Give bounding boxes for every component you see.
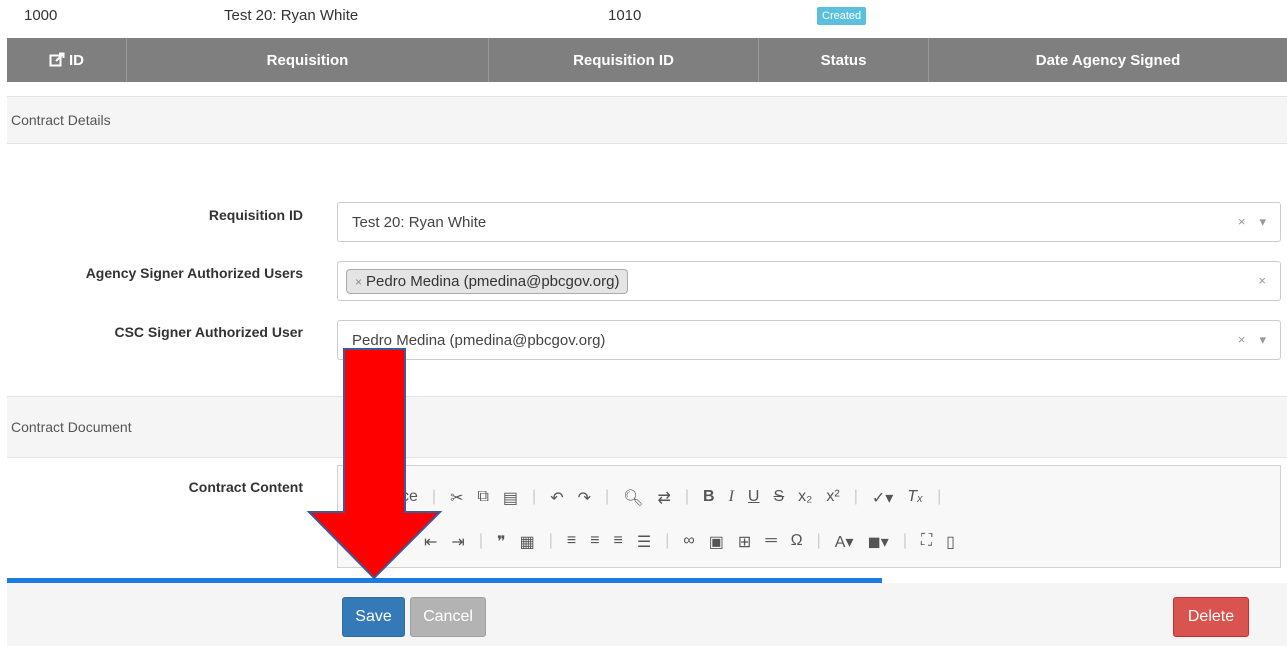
italic-icon[interactable]: I <box>729 488 734 508</box>
row-requisition: Test 20: Ryan White <box>224 7 359 24</box>
maximize-icon[interactable]: ⛶ <box>921 532 932 552</box>
div-icon[interactable]: ▦ <box>520 532 535 552</box>
header-id[interactable]: ID <box>7 38 127 82</box>
agency-signer-label: Agency Signer Authorized Users <box>85 265 303 281</box>
table-icon[interactable]: ⊞ <box>738 532 751 552</box>
spellcheck-icon[interactable]: ✓▾ <box>872 488 893 508</box>
tag-remove-icon[interactable]: × <box>355 275 362 289</box>
align-right-icon[interactable]: ≡ <box>614 532 623 552</box>
form-footer <box>7 583 1287 646</box>
requisition-id-select[interactable]: Test 20: Ryan White × ▾ <box>337 202 1281 242</box>
cancel-button[interactable]: Cancel <box>410 597 486 637</box>
link-icon[interactable]: ∞ <box>683 532 694 552</box>
redo-icon[interactable]: ↷ <box>578 488 591 508</box>
table-row[interactable]: 1000 Test 20: Ryan White 1010 Created <box>0 0 1287 38</box>
underline-icon[interactable]: U <box>748 488 760 508</box>
bold-icon[interactable]: B <box>703 488 715 508</box>
row-requisition-id: 1010 <box>608 7 642 24</box>
clear-icon[interactable]: × <box>1238 214 1246 230</box>
subscript-icon[interactable]: x₂ <box>798 488 812 508</box>
agency-signer-tag[interactable]: × Pedro Medina (pmedina@pbcgov.org) <box>346 268 629 294</box>
replace-icon[interactable]: ⇄ <box>657 488 670 508</box>
header-requisition-id[interactable]: Requisition ID <box>489 38 759 82</box>
delete-button[interactable]: Delete <box>1173 597 1249 637</box>
paste-icon[interactable]: ▤ <box>503 488 518 508</box>
copy-icon[interactable]: ⧉ <box>477 488 488 508</box>
find-icon[interactable]: 🔍︎ <box>623 488 643 508</box>
blockquote-icon[interactable]: ❞ <box>497 532 506 552</box>
header-requisition[interactable]: Requisition <box>127 38 489 82</box>
requisition-id-value: Test 20: Ryan White <box>352 213 487 231</box>
editor-toolbar-row-2: ⇤ ⇥ | ❞ ▦ | ≡ ≡ ≡ ☰ | ∞ ▣ ⊞ ═ Ω | A▾ ◼▾ … <box>424 532 955 552</box>
dropdown-caret-icon[interactable]: ▾ <box>1259 214 1266 230</box>
progress-bar <box>7 578 882 583</box>
agency-signer-tag-label: Pedro Medina (pmedina@pbcgov.org) <box>366 272 620 290</box>
save-button[interactable]: Save <box>342 597 405 637</box>
clear-icon[interactable]: × <box>1238 332 1246 348</box>
csc-signer-value: Pedro Medina (pmedina@pbcgov.org) <box>352 331 606 349</box>
status-badge: Created <box>817 7 867 25</box>
image-icon[interactable]: ▣ <box>709 532 724 552</box>
align-left-icon[interactable]: ≡ <box>567 532 576 552</box>
source-button[interactable]: ce <box>401 488 418 508</box>
editor-toolbar-row-1: ce | ✂ ⧉ ▤ | ↶ ↷ | 🔍︎ ⇄ | B I U S x₂ x² … <box>401 488 942 508</box>
show-blocks-icon[interactable]: ▯ <box>946 532 955 552</box>
header-status[interactable]: Status <box>759 38 929 82</box>
cut-icon[interactable]: ✂ <box>450 488 463 508</box>
text-color-icon[interactable]: A▾ <box>835 532 854 552</box>
contract-content-label: Contract Content <box>188 479 303 495</box>
header-date-signed[interactable]: Date Agency Signed <box>929 38 1287 82</box>
outdent-icon[interactable]: ⇤ <box>424 532 437 552</box>
contract-document-title: Contract Document <box>11 419 132 435</box>
hr-icon[interactable]: ═ <box>765 532 776 552</box>
row-id: 1000 <box>24 7 58 24</box>
justify-icon[interactable]: ☰ <box>637 532 651 552</box>
table-header: ID Requisition Requisition ID Status Dat… <box>7 38 1287 82</box>
align-center-icon[interactable]: ≡ <box>590 532 599 552</box>
requisition-id-label: Requisition ID <box>208 207 303 223</box>
bg-color-icon[interactable]: ◼▾ <box>868 532 889 552</box>
special-char-icon[interactable]: Ω <box>791 532 803 552</box>
strike-icon[interactable]: S <box>773 488 784 508</box>
csc-signer-label: CSC Signer Authorized User <box>114 324 303 340</box>
agency-signer-multiselect[interactable]: × Pedro Medina (pmedina@pbcgov.org) × <box>337 261 1281 301</box>
dropdown-caret-icon[interactable]: ▾ <box>1259 332 1266 348</box>
remove-format-icon[interactable]: Tₓ <box>907 488 923 508</box>
rich-text-editor[interactable]: ce | ✂ ⧉ ▤ | ↶ ↷ | 🔍︎ ⇄ | B I U S x₂ x² … <box>337 465 1281 568</box>
contract-document-header: Contract Document <box>7 396 1287 458</box>
header-id-label: ID <box>69 51 84 69</box>
undo-icon[interactable]: ↶ <box>550 488 563 508</box>
clear-icon[interactable]: × <box>1258 273 1266 288</box>
superscript-icon[interactable]: x² <box>826 488 839 508</box>
contract-details-header: Contract Details <box>7 96 1287 144</box>
contract-details-title: Contract Details <box>11 112 111 128</box>
csc-signer-select[interactable]: Pedro Medina (pmedina@pbcgov.org) × ▾ <box>337 320 1281 360</box>
edit-icon <box>49 52 65 67</box>
indent-icon[interactable]: ⇥ <box>451 532 464 552</box>
